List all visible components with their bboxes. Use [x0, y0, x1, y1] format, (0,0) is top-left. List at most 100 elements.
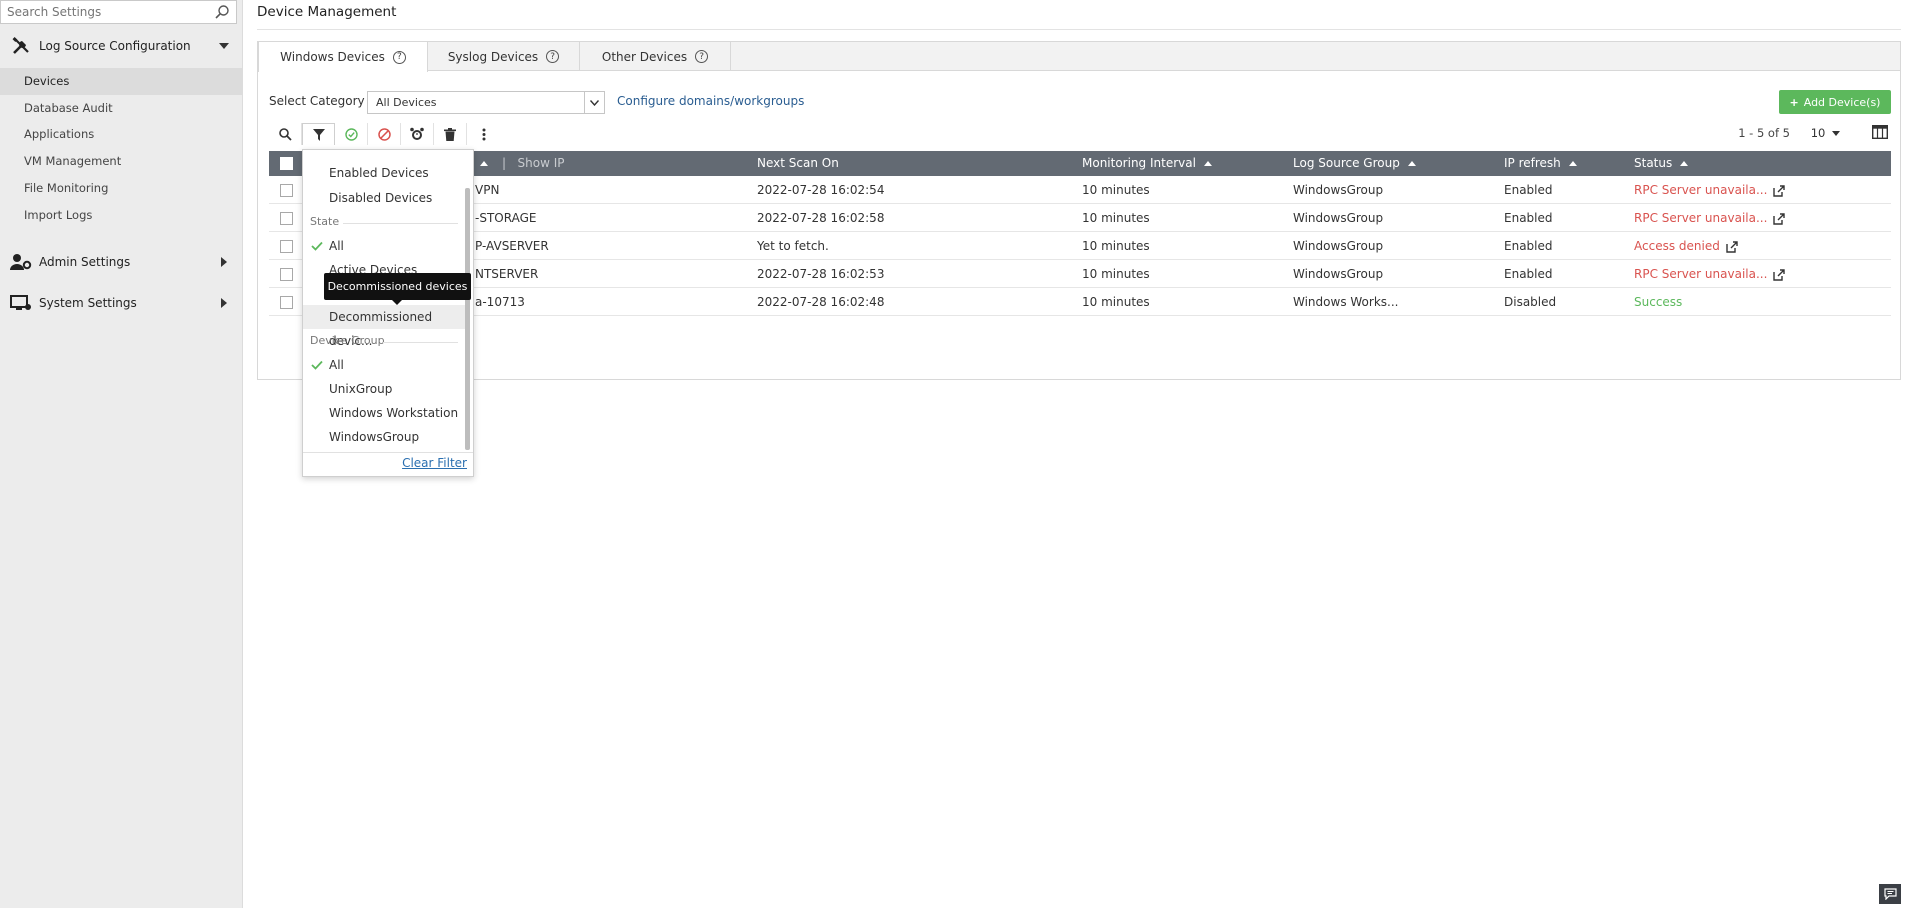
search-settings[interactable] — [0, 0, 237, 24]
external-link-icon — [1773, 268, 1786, 281]
disable-button[interactable] — [368, 123, 401, 145]
device-name[interactable]: -STORAGE — [475, 204, 536, 232]
next-scan-value: Yet to fetch. — [757, 239, 829, 253]
devices-table: | Show IP Next Scan On Monitoring Interv… — [269, 151, 1891, 316]
nav-section-label: Log Source Configuration — [39, 39, 191, 53]
column-next-scan[interactable]: Next Scan On — [757, 151, 839, 176]
filter-group-windows-workstation[interactable]: Windows Workstation — [303, 401, 465, 425]
add-devices-button[interactable]: + Add Device(s) — [1779, 90, 1891, 114]
help-icon[interactable]: ? — [695, 50, 709, 63]
column-ip-refresh[interactable]: IP refresh — [1504, 151, 1577, 176]
device-panel: Windows Devices ? Syslog Devices ? Other… — [257, 41, 1901, 380]
next-scan-value: 2022-07-28 16:02:58 — [757, 211, 885, 225]
settings-sidebar: Log Source Configuration Devices Databas… — [0, 0, 243, 908]
configure-domains-link[interactable]: Configure domains/workgroups — [617, 94, 804, 108]
interval-value: 10 minutes — [1082, 295, 1150, 309]
select-category-label: Select Category — [269, 94, 365, 108]
sidebar-item-devices[interactable]: Devices — [0, 68, 243, 95]
filter-group-windowsgroup[interactable]: WindowsGroup — [303, 425, 465, 449]
clear-filter-link[interactable]: Clear Filter — [402, 456, 467, 470]
sidebar-item-file-monitoring[interactable]: File Monitoring — [0, 175, 243, 202]
column-monitoring-interval[interactable]: Monitoring Interval — [1082, 151, 1212, 176]
filter-group-all[interactable]: All — [303, 353, 465, 377]
column-log-source-group[interactable]: Log Source Group — [1293, 151, 1416, 176]
select-all-checkbox[interactable] — [280, 157, 293, 170]
filter-device-group-heading: Device Group — [310, 334, 385, 347]
table-row[interactable]: -STORAGE 2022-07-28 16:02:58 10 minutes … — [269, 204, 1891, 232]
sidebar-item-import-logs[interactable]: Import Logs — [0, 202, 243, 229]
status-value: Success — [1634, 295, 1683, 309]
nav-section-system-settings[interactable]: System Settings — [0, 286, 243, 320]
filter-disabled-devices[interactable]: Disabled Devices — [303, 186, 465, 210]
status-value[interactable]: RPC Server unavaila... — [1634, 204, 1786, 232]
table-row[interactable]: NTSERVER 2022-07-28 16:02:53 10 minutes … — [269, 260, 1891, 288]
sidebar-item-database-audit[interactable]: Database Audit — [0, 95, 243, 122]
group-value: WindowsGroup — [1293, 267, 1384, 281]
tab-other-devices[interactable]: Other Devices ? — [580, 42, 731, 71]
search-icon[interactable] — [214, 4, 230, 20]
interval-value: 10 minutes — [1082, 267, 1150, 281]
sidebar-item-vm-management[interactable]: VM Management — [0, 148, 243, 175]
nav-section-log-source-configuration[interactable]: Log Source Configuration — [0, 29, 243, 63]
ip-refresh-value: Enabled — [1504, 183, 1553, 197]
filter-decommissioned-devices[interactable]: Decommissioned devic... — [303, 305, 465, 348]
tab-syslog-devices[interactable]: Syslog Devices ? — [428, 42, 580, 71]
help-icon[interactable]: ? — [546, 50, 560, 63]
more-options-button[interactable] — [467, 123, 500, 145]
status-value[interactable]: Access denied — [1634, 232, 1738, 260]
block-icon — [377, 127, 391, 141]
table-row[interactable]: a-10713 2022-07-28 16:02:48 10 minutes W… — [269, 288, 1891, 316]
table-row[interactable]: VPN 2022-07-28 16:02:54 10 minutes Windo… — [269, 176, 1891, 204]
enable-button[interactable] — [335, 123, 368, 145]
device-name[interactable]: VPN — [475, 176, 499, 204]
ip-refresh-value: Enabled — [1504, 267, 1553, 281]
scan-now-button[interactable] — [401, 123, 434, 145]
page-title: Device Management — [257, 4, 397, 20]
per-page-select[interactable]: 10 — [1811, 126, 1840, 140]
device-name[interactable]: P-AVSERVER — [475, 232, 549, 260]
row-checkbox[interactable] — [280, 212, 293, 225]
kebab-menu-icon — [482, 128, 485, 140]
row-checkbox[interactable] — [280, 184, 293, 197]
ip-refresh-value: Disabled — [1504, 295, 1557, 309]
pagination-range: 1 - 5 of 5 — [1738, 126, 1790, 140]
table-header: | Show IP Next Scan On Monitoring Interv… — [269, 151, 1891, 176]
interval-value: 10 minutes — [1082, 211, 1150, 225]
help-icon[interactable]: ? — [392, 50, 406, 64]
tools-icon — [9, 36, 33, 56]
filter-enabled-devices[interactable]: Enabled Devices — [303, 161, 465, 185]
tab-windows-devices[interactable]: Windows Devices ? — [258, 42, 428, 72]
delete-button[interactable] — [434, 123, 467, 145]
status-value[interactable]: RPC Server unavaila... — [1634, 176, 1786, 204]
row-checkbox[interactable] — [280, 240, 293, 253]
filter-state-all[interactable]: All — [303, 234, 465, 258]
nav-section-admin-settings[interactable]: Admin Settings — [0, 245, 243, 279]
tab-label: Windows Devices — [280, 50, 385, 64]
column-chooser-button[interactable] — [1871, 124, 1889, 142]
status-value[interactable]: RPC Server unavaila... — [1634, 260, 1786, 288]
search-filter-button[interactable] — [269, 123, 302, 145]
filter-dropdown-menu: Enabled Devices Disabled Devices State A… — [302, 149, 474, 477]
row-checkbox[interactable] — [280, 268, 293, 281]
check-icon — [311, 241, 323, 251]
chevron-down-icon[interactable] — [584, 92, 604, 113]
monitor-gear-icon — [9, 293, 33, 313]
sidebar-item-applications[interactable]: Applications — [0, 121, 243, 148]
filter-button[interactable] — [302, 123, 335, 145]
show-ip-toggle[interactable]: | Show IP — [502, 151, 564, 176]
device-name[interactable]: NTSERVER — [475, 260, 538, 288]
admin-user-gear-icon — [9, 252, 33, 272]
sort-up-icon[interactable] — [480, 151, 488, 176]
row-checkbox[interactable] — [280, 296, 293, 309]
trash-icon — [444, 127, 456, 141]
table-row[interactable]: P-AVSERVER Yet to fetch. 10 minutes Wind… — [269, 232, 1891, 260]
search-settings-input[interactable] — [1, 1, 206, 23]
scrollbar[interactable] — [465, 188, 470, 450]
filter-group-unixgroup[interactable]: UnixGroup — [303, 377, 465, 401]
device-name[interactable]: a-10713 — [475, 288, 525, 316]
alarm-clock-icon — [410, 127, 424, 140]
column-status[interactable]: Status — [1634, 151, 1689, 176]
category-select[interactable]: All Devices — [367, 91, 605, 114]
chat-button[interactable] — [1879, 884, 1901, 904]
interval-value: 10 minutes — [1082, 239, 1150, 253]
